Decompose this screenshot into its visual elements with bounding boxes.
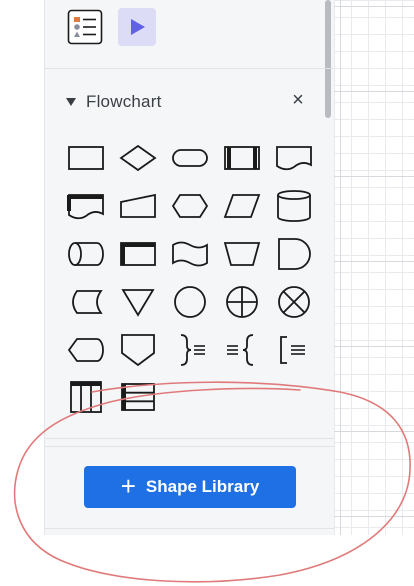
page-background <box>0 535 414 586</box>
shape-annotation-right[interactable] <box>170 330 210 370</box>
shape-database[interactable] <box>274 186 314 226</box>
shape-list-icon[interactable] <box>66 8 104 46</box>
divider-library-top <box>44 446 334 447</box>
shape-annotation-bracket[interactable] <box>274 330 314 370</box>
divider-top <box>44 68 334 69</box>
section-title: Flowchart <box>86 92 162 111</box>
shape-paper-tape[interactable] <box>170 234 210 274</box>
flowchart-section-header[interactable]: Flowchart × <box>66 88 316 116</box>
shape-terminator[interactable] <box>170 138 210 178</box>
shape-merge[interactable] <box>118 282 158 322</box>
shape-predefined-process[interactable] <box>222 138 262 178</box>
shape-connector[interactable] <box>170 282 210 322</box>
panel-scrollbar[interactable] <box>325 0 331 118</box>
shape-internal-storage[interactable] <box>118 234 158 274</box>
shape-document[interactable] <box>274 138 314 178</box>
shape-delay[interactable] <box>274 234 314 274</box>
shape-decision[interactable] <box>118 138 158 178</box>
shape-preparation[interactable] <box>170 186 210 226</box>
shape-process[interactable] <box>66 138 106 178</box>
shape-manual-input[interactable] <box>118 186 158 226</box>
shape-multi-document[interactable] <box>66 186 106 226</box>
shape-summing-junction[interactable] <box>274 282 314 322</box>
divider-bottom <box>44 528 334 529</box>
divider-shapes-bottom <box>44 438 334 439</box>
plus-icon: + <box>120 470 136 501</box>
shape-display[interactable] <box>66 330 106 370</box>
shape-data[interactable] <box>222 186 262 226</box>
shape-library-button[interactable]: + Shape Library <box>84 466 296 508</box>
shape-library-label: Shape Library <box>145 477 260 496</box>
shape-swimlane-horizontal[interactable] <box>118 377 158 417</box>
close-section-icon[interactable]: × <box>288 90 308 110</box>
shape-manual-operation[interactable] <box>222 234 262 274</box>
shape-or[interactable] <box>222 282 262 322</box>
shape-stored-data[interactable] <box>66 282 106 322</box>
shape-annotation-left[interactable] <box>222 330 262 370</box>
shape-direct-access-storage[interactable] <box>66 234 106 274</box>
shape-off-page-reference[interactable] <box>118 330 158 370</box>
canvas-grid-major <box>334 0 414 535</box>
left-strip <box>0 0 44 535</box>
shape-swimlane-vertical[interactable] <box>66 377 106 417</box>
caret-down-icon[interactable] <box>66 97 76 107</box>
play-icon[interactable] <box>118 8 156 46</box>
